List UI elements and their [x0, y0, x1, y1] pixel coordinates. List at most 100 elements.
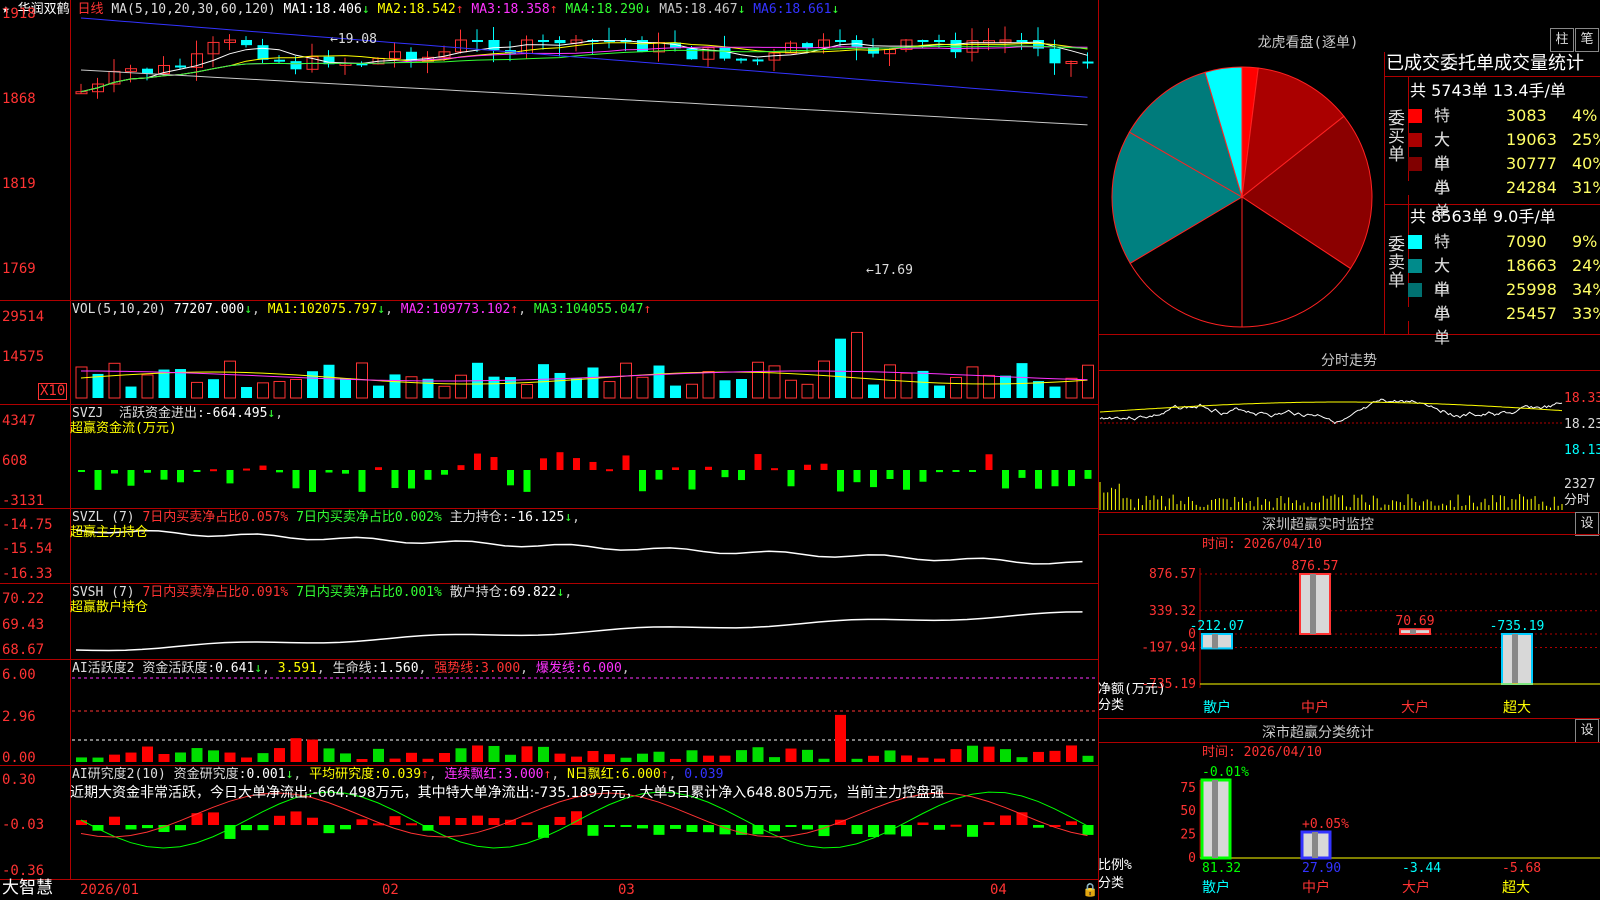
- flow-bar: [1035, 470, 1042, 489]
- vol-y-tick: 14575: [2, 349, 45, 365]
- svsh-y-tick: 69.43: [2, 617, 45, 633]
- ai-research-y-tick: 0.30: [2, 772, 36, 788]
- svzj-subtitle: 超赢资金流(万元): [70, 421, 177, 436]
- research-bar: [769, 825, 780, 832]
- lock-icon[interactable]: 🔒: [1082, 883, 1098, 898]
- candle-body: [241, 40, 252, 46]
- legend-pct: 24%: [1572, 256, 1600, 275]
- candle-body: [1049, 48, 1061, 64]
- volume-bar: [900, 372, 913, 399]
- flow-bar: [705, 466, 712, 470]
- activity-bar: [1082, 755, 1094, 762]
- candle-body: [719, 47, 731, 59]
- candle-body: [1016, 40, 1028, 42]
- bar-mode-button[interactable]: 柱: [1550, 28, 1574, 52]
- ma-label: MA(5,10,20,30,60,120): [111, 2, 276, 17]
- kline-y-tick: 1819: [2, 176, 36, 192]
- svzj-y-tick: 4347: [2, 413, 36, 429]
- activity-bar: [934, 758, 945, 762]
- activity-bar: [983, 746, 995, 762]
- research-bar: [340, 825, 351, 830]
- research-bar: [686, 825, 698, 832]
- volume-bar: [373, 385, 384, 398]
- sz-monitor-y-tick: 0: [1188, 627, 1196, 642]
- separator: [1098, 512, 1600, 513]
- ai-active-y-tick: 6.00: [2, 667, 36, 683]
- flow-bar: [622, 455, 630, 470]
- class-category-label: 超大: [1502, 880, 1530, 896]
- legend-value: 3083: [1506, 106, 1547, 125]
- intraday-unit: 分时: [1564, 493, 1591, 508]
- flow-bar: [606, 469, 613, 472]
- volume-bar: [141, 374, 154, 399]
- volume-bar: [934, 385, 945, 398]
- volume-bar: [455, 374, 467, 399]
- pen-mode-button[interactable]: 笔: [1575, 28, 1599, 52]
- activity-bar: [653, 751, 665, 762]
- volume-bar: [702, 371, 715, 399]
- research-bar: [356, 819, 368, 825]
- volume-bar: [75, 366, 88, 399]
- flow-bar: [754, 454, 762, 470]
- volume-bar: [1049, 386, 1061, 398]
- flow-bar: [1051, 470, 1059, 487]
- activity-bar: [208, 750, 219, 762]
- research-bar: [290, 811, 302, 825]
- pie-slice: [1111, 131, 1243, 264]
- legend-swatch: [1408, 157, 1422, 171]
- activity-bar: [769, 757, 780, 762]
- vol-unit: X10: [38, 383, 68, 400]
- pie-slice: [1241, 67, 1345, 199]
- activity-bar: [868, 755, 879, 762]
- activity-bar: [686, 750, 698, 762]
- pie-slice: [1241, 115, 1373, 270]
- research-bar: [175, 825, 186, 831]
- research-bar: [785, 825, 797, 827]
- ma-line: [80, 17, 1088, 98]
- volume-bar: [785, 379, 797, 399]
- flow-bar: [243, 468, 250, 471]
- flow-bar: [639, 470, 646, 492]
- activity-bar: [406, 752, 417, 762]
- volume-bar: [571, 378, 582, 398]
- monitor-bar-shade: [1212, 634, 1218, 649]
- activity-bar: [554, 753, 566, 762]
- activity-bar: [257, 753, 269, 762]
- research-bar: [670, 825, 681, 829]
- kline-y-tick: 1868: [2, 91, 36, 107]
- sz-class-settings-button[interactable]: 设: [1575, 719, 1599, 743]
- activity-bar: [802, 749, 813, 762]
- activity-bar: [587, 750, 599, 762]
- research-bar: [967, 825, 978, 837]
- research-bar: [406, 823, 417, 826]
- svzl-header: SVZL (7) 7日内买卖净占比0.057% 7日内买卖净占比0.002% 主…: [72, 510, 580, 525]
- buy-group-label: 委买单: [1388, 109, 1405, 165]
- candle-body: [950, 40, 962, 53]
- monitor-category-label: 大户: [1401, 699, 1429, 716]
- flow-bar: [952, 470, 960, 472]
- monitor-bar-label: -735.19: [1490, 619, 1545, 634]
- flow-bar: [292, 470, 300, 489]
- activity-bar: [785, 748, 797, 762]
- candle-body: [1033, 40, 1044, 49]
- research-bar: [884, 825, 896, 835]
- flow-bar: [771, 468, 778, 471]
- legend-pct: 34%: [1572, 280, 1600, 299]
- flow-bar: [936, 470, 943, 473]
- legend-swatch: [1408, 133, 1422, 147]
- research-bar: [323, 825, 335, 834]
- intraday-title: 分时走势: [1321, 353, 1377, 369]
- activity-bar: [703, 755, 714, 762]
- volume-bar: [356, 362, 368, 399]
- period-label[interactable]: 日线: [78, 2, 104, 17]
- activity-bar: [158, 753, 170, 762]
- volume-bar: [686, 383, 698, 399]
- research-bar: [307, 817, 318, 825]
- sz-class-category: 分类: [1098, 876, 1125, 891]
- candle-body: [835, 40, 846, 42]
- research-bar: [389, 816, 401, 825]
- flow-bar: [672, 467, 679, 470]
- sz-monitor-settings-button[interactable]: 设: [1575, 512, 1599, 536]
- activity-bar: [719, 755, 731, 762]
- class-category-label: 中户: [1302, 879, 1330, 896]
